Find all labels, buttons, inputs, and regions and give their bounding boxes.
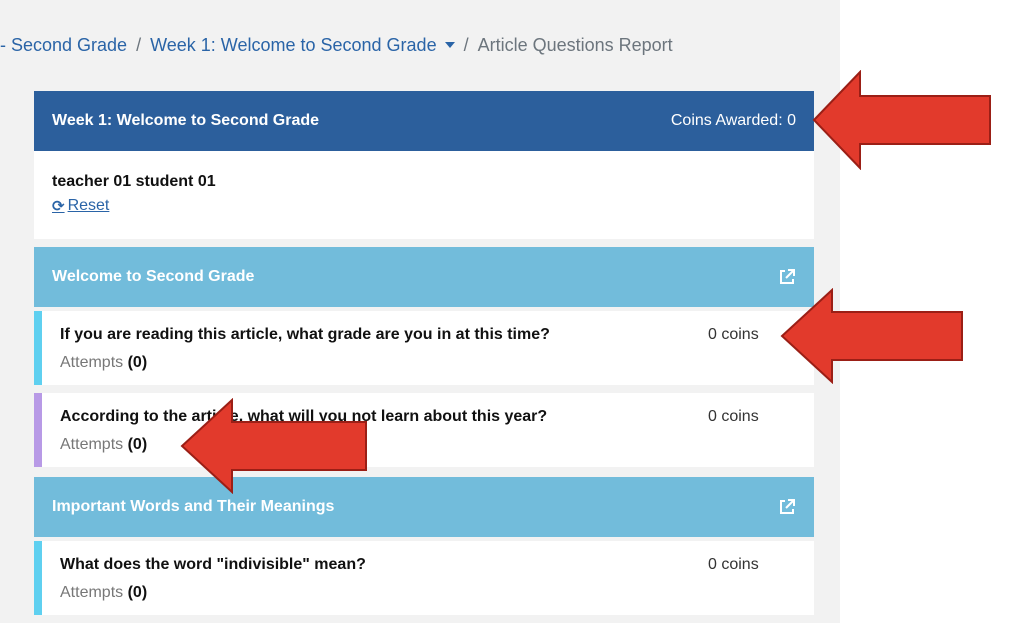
question-row: What does the word "indivisible" mean? 0… — [34, 541, 814, 615]
section-title: Important Words and Their Meanings — [52, 498, 335, 515]
question-row: According to the article, what will you … — [34, 393, 814, 467]
section-header: Important Words and Their Meanings — [34, 477, 814, 537]
question-coins: 0 coins — [708, 408, 759, 425]
question-text: If you are reading this article, what gr… — [60, 326, 550, 343]
annotation-arrow-left — [780, 288, 963, 384]
attempts-label: Attempts — [60, 436, 124, 453]
question-attempts: Attempts (0) — [60, 436, 788, 454]
breadcrumb-week-label: Week 1: Welcome to Second Grade — [150, 34, 437, 55]
coins-awarded: Coins Awarded: 0 — [670, 112, 796, 129]
question-status-bar — [34, 311, 42, 385]
breadcrumb-separator: / — [463, 34, 469, 55]
attempts-value: (0) — [127, 584, 148, 601]
annotation-arrow-left — [180, 398, 367, 494]
week-panel-header: Week 1: Welcome to Second Grade Coins Aw… — [34, 91, 814, 151]
breadcrumb-week-dropdown[interactable]: Week 1: Welcome to Second Grade — [150, 34, 455, 56]
breadcrumb-separator: / — [136, 34, 142, 55]
question-status-bar — [34, 541, 42, 615]
reset-button[interactable]: ⟳ Reset — [52, 197, 109, 215]
external-link-icon[interactable] — [778, 498, 796, 516]
refresh-icon: ⟳ — [52, 198, 65, 215]
breadcrumb-current: Article Questions Report — [477, 34, 673, 55]
breadcrumb-course[interactable]: - Second Grade — [0, 35, 127, 56]
student-panel: teacher 01 student 01 ⟳ Reset — [34, 151, 814, 239]
question-attempts: Attempts (0) — [60, 584, 788, 602]
external-link-icon[interactable] — [778, 268, 796, 286]
attempts-label: Attempts — [60, 584, 124, 601]
annotation-arrow-left — [812, 70, 991, 170]
attempts-value: (0) — [127, 354, 148, 371]
week-title: Week 1: Welcome to Second Grade — [52, 112, 320, 129]
question-coins: 0 coins — [708, 556, 759, 573]
attempts-label: Attempts — [60, 354, 124, 371]
breadcrumb: - Second Grade / Week 1: Welcome to Seco… — [0, 33, 673, 57]
page: - Second Grade / Week 1: Welcome to Seco… — [0, 0, 1024, 623]
reset-label: Reset — [67, 197, 110, 214]
question-attempts: Attempts (0) — [60, 354, 788, 372]
section-header: Welcome to Second Grade — [34, 247, 814, 307]
question-text: What does the word "indivisible" mean? — [60, 556, 366, 573]
question-status-bar — [34, 393, 42, 467]
question-row: If you are reading this article, what gr… — [34, 311, 814, 385]
attempts-value: (0) — [127, 436, 148, 453]
section-title: Welcome to Second Grade — [52, 268, 255, 285]
question-coins: 0 coins — [708, 326, 759, 343]
student-name: teacher 01 student 01 — [52, 173, 216, 190]
caret-down-icon — [444, 41, 455, 48]
